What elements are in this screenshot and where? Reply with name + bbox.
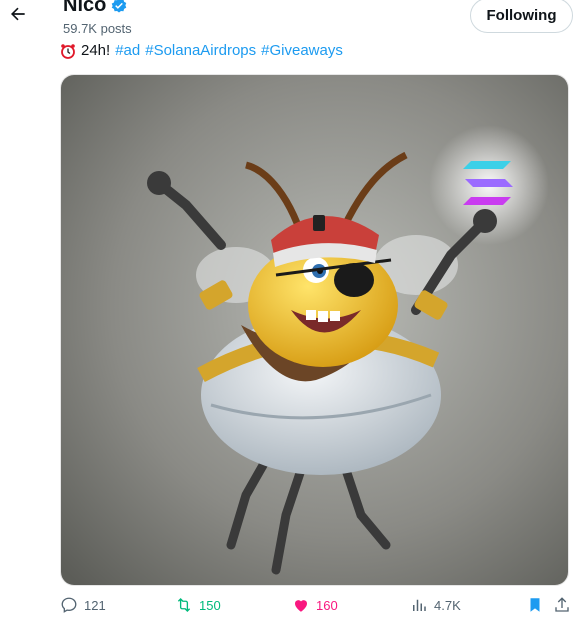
tweet-media-image[interactable] <box>60 74 569 586</box>
post-count: 59.7K posts <box>63 21 132 36</box>
retweet-button[interactable]: 150 <box>175 596 221 614</box>
tweet-text: 24h! #ad #SolanaAirdrops #Giveaways <box>60 42 343 59</box>
retweet-icon <box>177 598 191 612</box>
hashtag-giveaways[interactable]: #Giveaways <box>261 42 343 59</box>
analytics-icon <box>413 599 426 611</box>
bookmark-button[interactable] <box>526 596 544 614</box>
reply-count: 121 <box>84 597 106 613</box>
following-button[interactable]: Following <box>470 0 573 33</box>
reply-icon <box>61 597 77 613</box>
heart-icon <box>295 600 307 612</box>
profile-name[interactable]: Nico <box>63 0 106 17</box>
tweet-action-bar: 121 150 160 4.7K <box>0 596 585 620</box>
view-count: 4.7K <box>434 597 461 613</box>
bookmark-icon <box>530 598 540 612</box>
share-icon <box>555 597 569 612</box>
retweet-count: 150 <box>199 597 221 613</box>
reply-button[interactable]: 121 <box>60 596 106 614</box>
share-button[interactable] <box>553 596 571 614</box>
hashtag-ad[interactable]: #ad <box>115 42 140 59</box>
views-button[interactable]: 4.7K <box>410 596 461 614</box>
tweet-body-text: 24h! <box>81 42 111 59</box>
verified-badge-icon <box>110 0 128 15</box>
alarm-clock-icon <box>60 43 76 59</box>
like-button[interactable]: 160 <box>292 596 338 614</box>
back-arrow-icon[interactable] <box>6 2 30 26</box>
like-count: 160 <box>316 597 338 613</box>
hashtag-solana-airdrops[interactable]: #SolanaAirdrops <box>145 42 256 59</box>
profile-name-row[interactable]: Nico <box>63 0 128 17</box>
